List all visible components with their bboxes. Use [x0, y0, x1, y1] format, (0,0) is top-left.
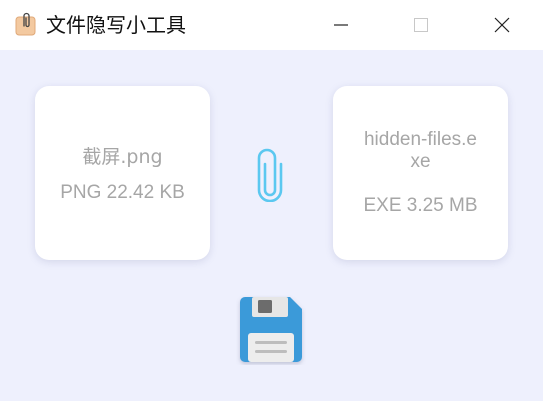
close-icon: [494, 17, 510, 33]
source-file-card[interactable]: 截屏.png PNG 22.42 KB: [35, 86, 210, 260]
source-file-meta: PNG 22.42 KB: [60, 182, 185, 203]
maximize-icon: [414, 18, 428, 32]
paperclip-icon: [257, 148, 283, 202]
floppy-disk-icon[interactable]: [236, 295, 306, 365]
hidden-file-meta: EXE 3.25 MB: [363, 195, 478, 216]
minimize-button[interactable]: [318, 0, 364, 50]
source-file-name: 截屏.png: [82, 146, 163, 168]
window-title: 文件隐写小工具: [46, 13, 186, 37]
paperclip-note-icon: [15, 12, 36, 36]
minimize-icon: [334, 24, 348, 26]
title-bar[interactable]: 文件隐写小工具: [0, 0, 543, 50]
app-window: 文件隐写小工具 截屏.png PNG 22.42 KB hidden-files…: [0, 0, 543, 401]
hidden-file-card[interactable]: hidden-files.exe EXE 3.25 MB: [333, 86, 508, 260]
close-button[interactable]: [479, 0, 525, 50]
maximize-button[interactable]: [398, 0, 444, 50]
hidden-file-name: hidden-files.exe: [363, 129, 478, 172]
